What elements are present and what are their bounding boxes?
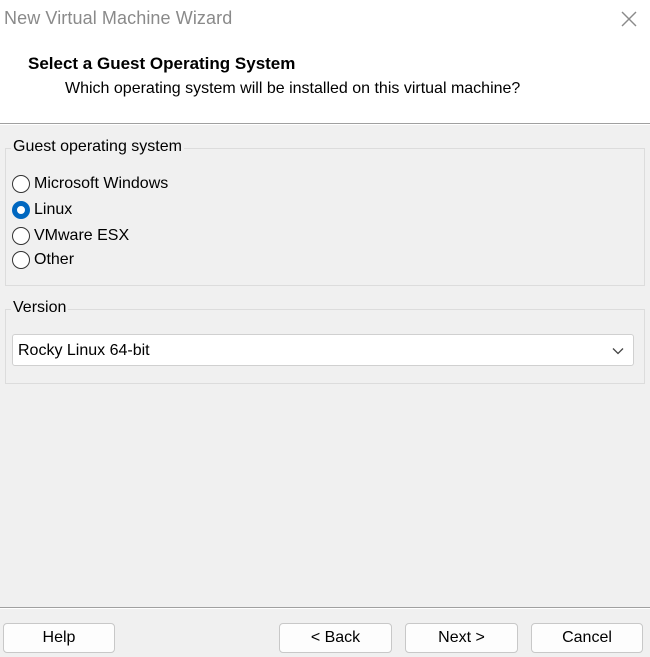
radio-microsoft-windows[interactable]: Microsoft Windows bbox=[12, 173, 168, 195]
wizard-header: Select a Guest Operating System Which op… bbox=[0, 40, 650, 123]
version-group-label: Version bbox=[11, 299, 69, 317]
radio-button-selected-icon bbox=[12, 201, 30, 219]
footer-divider-highlight bbox=[0, 608, 650, 609]
chevron-down-icon bbox=[612, 348, 624, 355]
close-icon bbox=[621, 11, 637, 27]
radio-vmware-esx[interactable]: VMware ESX bbox=[12, 225, 129, 247]
radio-button-icon bbox=[12, 251, 30, 269]
title-bar: New Virtual Machine Wizard bbox=[0, 0, 650, 40]
radio-label: VMware ESX bbox=[34, 227, 130, 244]
page-title: Select a Guest Operating System bbox=[28, 54, 296, 73]
header-divider-highlight bbox=[0, 124, 650, 125]
radio-label: Other bbox=[34, 251, 75, 268]
guest-os-group bbox=[5, 148, 645, 286]
cancel-button[interactable]: Cancel bbox=[531, 623, 643, 653]
back-button[interactable]: < Back bbox=[279, 623, 392, 653]
version-selected-value: Rocky Linux 64-bit bbox=[18, 342, 150, 359]
next-button[interactable]: Next > bbox=[405, 623, 518, 653]
radio-linux[interactable]: Linux bbox=[12, 199, 72, 221]
close-button[interactable] bbox=[616, 6, 642, 32]
version-select[interactable]: Rocky Linux 64-bit bbox=[12, 334, 634, 366]
radio-button-icon bbox=[12, 175, 30, 193]
page-subtitle: Which operating system will be installed… bbox=[65, 80, 521, 97]
radio-button-icon bbox=[12, 227, 30, 245]
guest-os-group-label: Guest operating system bbox=[11, 138, 184, 156]
radio-other[interactable]: Other bbox=[12, 249, 74, 271]
window-title: New Virtual Machine Wizard bbox=[4, 8, 233, 28]
radio-label: Linux bbox=[34, 201, 73, 218]
radio-label: Microsoft Windows bbox=[34, 175, 169, 192]
help-button[interactable]: Help bbox=[3, 623, 115, 653]
